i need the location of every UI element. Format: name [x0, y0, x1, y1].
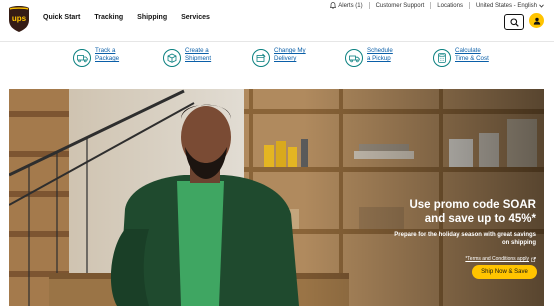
- nav-services[interactable]: Services: [181, 13, 210, 23]
- site-header: ups Quick Start Tracking Shipping Servic…: [0, 0, 554, 42]
- hero-banner: Use promo code SOAR and save up to 45%* …: [9, 89, 544, 306]
- promo-subtitle-line2: on shipping: [502, 239, 536, 246]
- hero-photo: [9, 89, 544, 306]
- user-icon: [533, 17, 540, 25]
- package-edit-icon: [252, 49, 270, 67]
- external-link-icon: [531, 256, 536, 262]
- bell-icon: [330, 2, 337, 9]
- calculate-line1: Calculate: [455, 47, 481, 54]
- quick-action-schedule-pickup[interactable]: Schedule a Pickup: [345, 47, 393, 67]
- change-delivery-line1: Change My: [274, 47, 306, 54]
- calculator-icon: [433, 49, 451, 67]
- track-package-line1: Track a: [95, 47, 116, 54]
- truck-package-icon: [73, 49, 91, 67]
- alerts-label: Alerts (1): [338, 2, 363, 9]
- utility-nav: Alerts (1) Customer Support Locations Un…: [330, 2, 544, 9]
- login-button[interactable]: [529, 13, 544, 28]
- search-icon: [509, 17, 519, 27]
- nav-tracking[interactable]: Tracking: [94, 13, 123, 23]
- terms-link[interactable]: *Terms and Conditions apply: [465, 256, 536, 262]
- terms-label: *Terms and Conditions apply: [465, 256, 529, 262]
- change-delivery-line2: Delivery: [274, 55, 297, 62]
- divider: [430, 2, 432, 9]
- schedule-pickup-line2: a Pickup: [367, 55, 391, 62]
- alerts-link[interactable]: Alerts (1): [330, 2, 363, 9]
- create-shipment-line2: Shipment: [185, 55, 212, 62]
- promo-title-line2: and save up to 45%*: [424, 212, 536, 225]
- search-button[interactable]: [504, 14, 524, 30]
- create-shipment-line1: Create a: [185, 47, 209, 54]
- logo-text: ups: [12, 14, 27, 23]
- schedule-pickup-line1: Schedule: [367, 47, 393, 54]
- nav-shipping[interactable]: Shipping: [137, 13, 167, 23]
- divider: [468, 2, 470, 9]
- track-package-line2: Package: [95, 55, 120, 62]
- ups-logo[interactable]: ups: [8, 5, 30, 33]
- calculate-line2: Time & Cost: [455, 55, 489, 62]
- quick-action-create-shipment[interactable]: Create a Shipment: [163, 47, 211, 67]
- quick-action-track-package[interactable]: Track a Package: [73, 47, 119, 67]
- promo-subtitle-line1: Prepare for the holiday season with grea…: [394, 232, 536, 238]
- quick-action-calculate-time-cost[interactable]: Calculate Time & Cost: [433, 47, 489, 67]
- region-label: United States - English: [475, 2, 537, 9]
- chevron-down-icon: [539, 4, 544, 8]
- promo-title-line1: Use promo code SOAR: [409, 199, 536, 211]
- main-nav: Quick Start Tracking Shipping Services: [43, 13, 224, 23]
- ship-now-button[interactable]: Ship Now & Save: [472, 265, 537, 279]
- pickup-truck-icon: [345, 49, 363, 67]
- region-selector[interactable]: United States - English: [476, 3, 544, 9]
- quick-actions-bar: Track a Package Create a Shipment Change M…: [0, 43, 554, 83]
- ups-home-page: ups Quick Start Tracking Shipping Servic…: [0, 0, 554, 306]
- box-icon: [163, 49, 181, 67]
- promo-block: Use promo code SOAR and save up to 45%* …: [386, 199, 536, 265]
- quick-action-change-delivery[interactable]: Change My Delivery: [252, 47, 306, 67]
- divider: [368, 2, 370, 9]
- customer-support-link[interactable]: Customer Support: [376, 3, 425, 9]
- locations-link[interactable]: Locations: [437, 3, 463, 9]
- nav-quick-start[interactable]: Quick Start: [43, 13, 80, 23]
